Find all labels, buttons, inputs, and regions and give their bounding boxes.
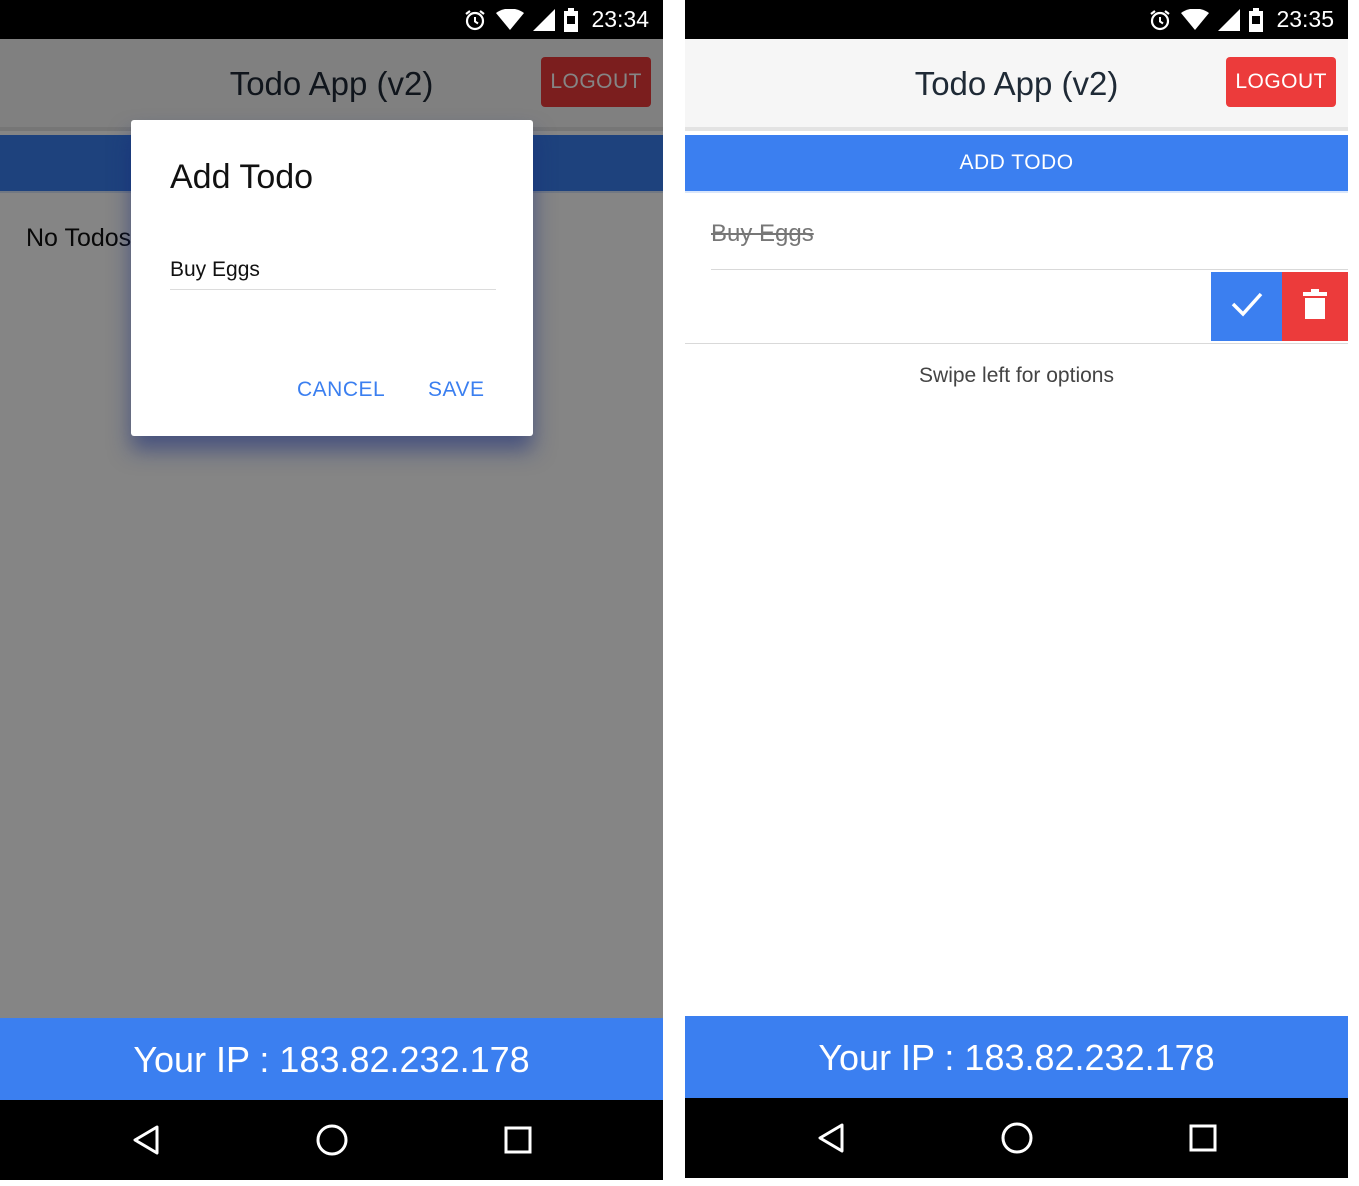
cellular-signal-icon <box>533 8 556 31</box>
delete-button[interactable] <box>1282 272 1348 341</box>
cellular-signal-icon <box>1218 8 1241 31</box>
todo-item-label: Buy Eggs <box>711 220 814 247</box>
home-icon[interactable] <box>312 1120 352 1160</box>
todo-list-item[interactable]: Buy Eggs <box>711 210 1348 270</box>
wifi-icon <box>1181 8 1210 31</box>
navigation-bar <box>685 1098 1348 1178</box>
back-icon[interactable] <box>126 1120 166 1160</box>
wifi-icon <box>496 8 525 31</box>
app-header: Todo App (v2) LOGOUT <box>685 39 1348 131</box>
phone-screen-right: 23:35 Todo App (v2) LOGOUT ADD TODO Buy … <box>685 0 1348 1180</box>
back-icon[interactable] <box>811 1118 851 1158</box>
phone-screen-left: 23:34 Todo App (v2) LOGOUT ADD TODO No T… <box>0 0 663 1180</box>
status-icons: 23:34 <box>463 0 649 39</box>
status-bar: 23:34 <box>0 0 663 39</box>
ip-footer: Your IP : 183.82.232.178 <box>0 1018 663 1102</box>
status-icons: 23:35 <box>1148 0 1334 39</box>
battery-icon <box>1249 7 1264 32</box>
cancel-button[interactable]: CANCEL <box>297 370 385 410</box>
swipe-hint-text: Swipe left for options <box>919 364 1114 387</box>
mark-done-button[interactable] <box>1211 272 1282 341</box>
recents-icon[interactable] <box>1183 1118 1223 1158</box>
alarm-icon <box>1148 8 1172 32</box>
swipe-actions-row[interactable] <box>685 270 1348 344</box>
save-button[interactable]: SAVE <box>428 370 484 410</box>
add-todo-button[interactable]: ADD TODO <box>685 135 1348 193</box>
recents-icon[interactable] <box>498 1120 538 1160</box>
status-bar: 23:35 <box>685 0 1348 39</box>
navigation-bar <box>0 1100 663 1180</box>
logout-button[interactable]: LOGOUT <box>1226 57 1336 107</box>
status-time: 23:34 <box>591 6 649 32</box>
ip-footer: Your IP : 183.82.232.178 <box>685 1016 1348 1100</box>
todo-input[interactable] <box>170 250 496 290</box>
status-time: 23:35 <box>1276 6 1334 32</box>
dialog-title: Add Todo <box>170 158 314 196</box>
add-todo-dialog: Add Todo CANCEL SAVE <box>131 120 533 436</box>
home-icon[interactable] <box>997 1118 1037 1158</box>
checkmark-icon <box>1230 291 1264 322</box>
battery-icon <box>564 7 579 32</box>
trash-icon <box>1303 289 1327 324</box>
alarm-icon <box>463 8 487 32</box>
